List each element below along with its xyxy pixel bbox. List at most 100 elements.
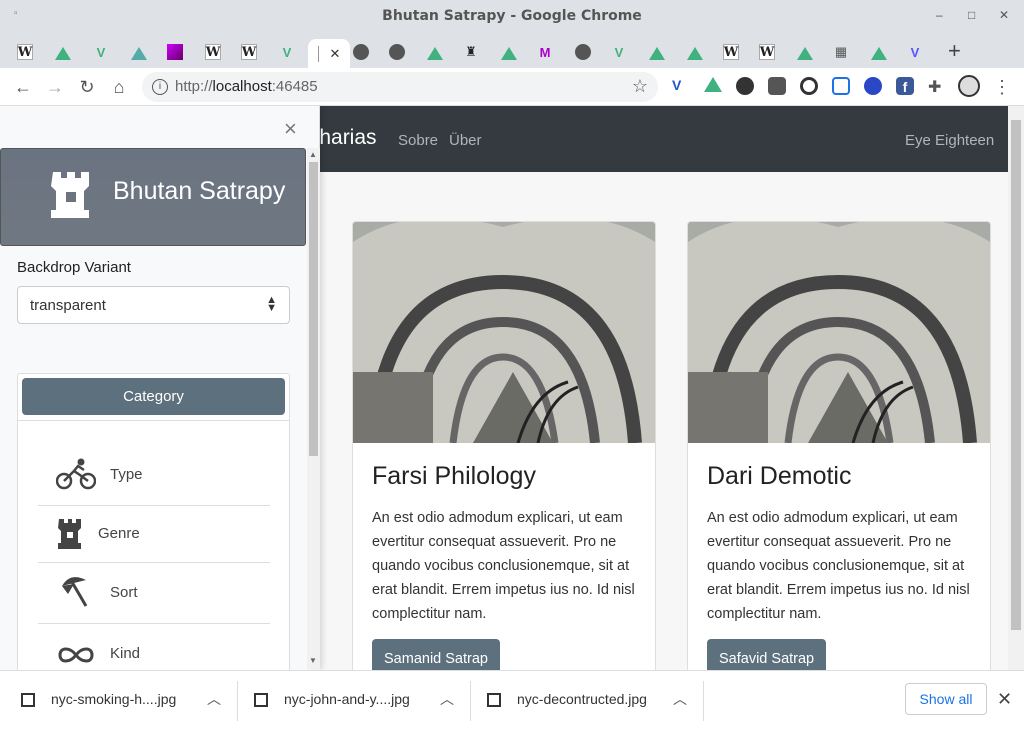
downloads-bar: nyc-smoking-h....jpg ︿ nyc-john-and-y...…	[0, 670, 1024, 728]
chevron-up-icon[interactable]: ︿	[207, 689, 221, 709]
wikipedia-icon: W	[241, 44, 257, 60]
tab-globe-3[interactable]	[568, 39, 598, 65]
image-file-icon	[487, 693, 501, 707]
extension-vue-icon[interactable]	[704, 77, 722, 92]
url-text[interactable]: http://localhost:46485	[175, 78, 318, 95]
m-logo-icon: M	[539, 44, 551, 60]
tab-strip: W V W W V ✕ ♜ M V W W ▦ V	[0, 34, 1024, 68]
globe-icon	[389, 44, 405, 60]
download-item[interactable]: nyc-john-and-y....jpg ︿	[254, 671, 464, 729]
category-item-type[interactable]: Type	[38, 450, 270, 506]
tab-m[interactable]: M	[530, 39, 560, 65]
card-image-subway-arches	[688, 222, 990, 443]
extension-square-icon[interactable]	[768, 77, 786, 95]
tab-vue-8[interactable]	[642, 39, 672, 65]
page-scrollbar[interactable]	[1008, 106, 1024, 670]
tab-vue-1[interactable]	[48, 39, 78, 65]
download-item[interactable]: nyc-decontructed.jpg ︿	[487, 671, 697, 729]
category-item-genre[interactable]: Genre	[38, 507, 270, 563]
forward-arrow-icon[interactable]: →	[43, 75, 67, 99]
card-title: Farsi Philology	[372, 462, 536, 490]
extension-v-icon[interactable]: V	[672, 77, 690, 95]
umbrella-beach-icon	[62, 577, 88, 607]
tab-vue-7[interactable]: V	[604, 39, 634, 65]
safavid-satrap-button[interactable]: Safavid Satrap	[707, 639, 827, 670]
tab-vue-6[interactable]	[494, 39, 524, 65]
category-item-label: Type	[110, 466, 143, 483]
sidebar-close-icon[interactable]: ×	[284, 116, 297, 142]
tab-vue-4[interactable]: V	[272, 39, 302, 65]
extension-palette-icon[interactable]	[736, 77, 754, 95]
tab-grid[interactable]: ▦	[826, 39, 856, 65]
nav-link-eye-eighteen[interactable]: Eye Eighteen	[905, 132, 994, 149]
card-image-subway-arches	[353, 222, 655, 443]
infinity-icon	[58, 647, 94, 663]
tab-ghost[interactable]: ♜	[456, 39, 486, 65]
address-bar[interactable]: i http://localhost:46485 ☆	[142, 72, 658, 102]
back-arrow-icon[interactable]: ←	[11, 75, 35, 99]
tab-wikipedia-1[interactable]: W	[10, 39, 40, 65]
nav-link-uber[interactable]: Über	[449, 132, 482, 149]
tab-vue-5[interactable]	[420, 39, 450, 65]
reload-icon[interactable]: ↻	[75, 75, 99, 99]
samanid-satrap-button[interactable]: Samanid Satrap	[372, 639, 500, 670]
nav-link-sobre[interactable]: Sobre	[398, 132, 438, 149]
bookmark-star-icon[interactable]: ☆	[632, 76, 648, 97]
avatar[interactable]	[958, 75, 980, 97]
tab-wikipedia-5[interactable]: W	[752, 39, 782, 65]
tab-close-icon[interactable]: ✕	[330, 46, 341, 62]
tab-wikipedia-4[interactable]: W	[716, 39, 746, 65]
extension-share-icon[interactable]	[832, 77, 850, 95]
extension-badge-icon[interactable]	[864, 77, 882, 95]
window-close-button[interactable]: ✕	[999, 8, 1009, 22]
castle-icon	[51, 172, 89, 218]
tab-globe-2[interactable]	[382, 39, 412, 65]
tab-vue-11[interactable]	[864, 39, 894, 65]
sidebar-header: Bhutan Satrapy	[0, 148, 306, 246]
category-item-kind[interactable]: Kind	[38, 625, 270, 670]
backdrop-variant-select[interactable]: transparent ▲ ▼	[17, 286, 290, 324]
sidebar-scrollbar-thumb[interactable]	[309, 162, 318, 456]
home-icon[interactable]: ⌂	[107, 75, 131, 99]
tab-active[interactable]: ✕	[308, 39, 350, 68]
extension-moon-icon[interactable]	[800, 77, 818, 95]
backdrop-variant-value: transparent	[30, 297, 106, 314]
sidebar-scrollbar[interactable]: ▲ ▼	[307, 148, 320, 670]
tab-vue-10[interactable]	[790, 39, 820, 65]
tab-vue-9[interactable]	[680, 39, 710, 65]
scroll-down-arrow-icon[interactable]: ▼	[309, 656, 317, 665]
scroll-up-arrow-icon[interactable]: ▲	[309, 150, 317, 159]
download-filename: nyc-john-and-y....jpg	[284, 691, 410, 707]
tab-globe-1[interactable]	[346, 39, 376, 65]
download-item[interactable]: nyc-smoking-h....jpg ︿	[21, 671, 231, 729]
shield-v-icon: V	[910, 44, 920, 60]
window-title: Bhutan Satrapy - Google Chrome	[382, 8, 642, 24]
image-file-icon	[21, 693, 35, 707]
page-scrollbar-thumb[interactable]	[1011, 120, 1021, 630]
tab-wikipedia-3[interactable]: W	[234, 39, 264, 65]
tab-magenta[interactable]	[160, 39, 190, 65]
facebook-icon[interactable]: f	[896, 77, 914, 95]
minimize-button[interactable]: –	[936, 8, 943, 22]
new-tab-button[interactable]: +	[948, 38, 961, 64]
puzzle-icon[interactable]: ✚	[928, 77, 946, 96]
backdrop-variant-label: Backdrop Variant	[17, 259, 131, 276]
tab-shield[interactable]: V	[900, 39, 930, 65]
chevron-up-icon[interactable]: ︿	[440, 689, 454, 709]
category-item-label: Kind	[110, 645, 141, 662]
site-info-icon[interactable]: i	[152, 79, 168, 95]
chrome-menu-icon[interactable]: ⋮	[990, 75, 1014, 99]
tab-vue-2[interactable]: V	[86, 39, 116, 65]
page-icon	[317, 45, 322, 62]
bicycle-icon	[56, 458, 96, 490]
chevron-up-icon[interactable]: ︿	[673, 689, 687, 709]
category-item-sort[interactable]: Sort	[38, 564, 270, 624]
globe-icon	[575, 44, 591, 60]
divider	[237, 681, 238, 721]
close-downloads-icon[interactable]: ✕	[997, 689, 1012, 710]
show-all-button[interactable]: Show all	[905, 683, 987, 715]
tab-vue-3[interactable]	[124, 39, 154, 65]
maximize-button[interactable]: □	[968, 8, 975, 22]
tab-wikipedia-2[interactable]: W	[198, 39, 228, 65]
category-button[interactable]: Category	[22, 378, 285, 415]
